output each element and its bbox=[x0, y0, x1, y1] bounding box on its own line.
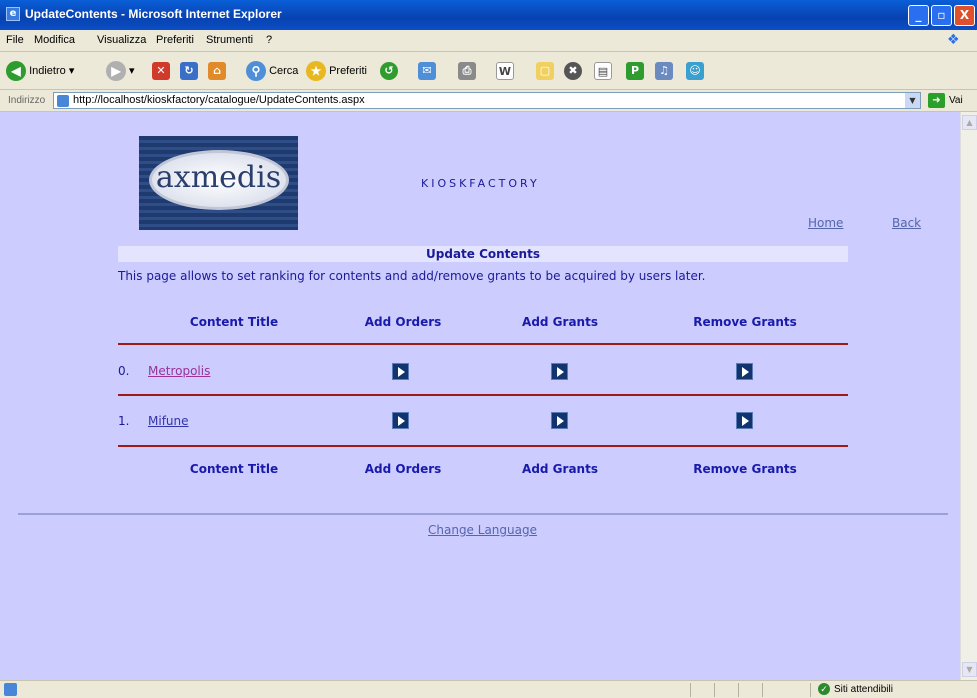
favorites-label: Preferiti bbox=[329, 65, 367, 77]
discuss-icon[interactable]: ▢ bbox=[536, 62, 554, 80]
row-divider bbox=[118, 394, 848, 396]
col-header-content-title: Content Title bbox=[189, 315, 279, 329]
content-title-link[interactable]: Mifune bbox=[148, 414, 189, 428]
back-button[interactable]: ◀ Indietro ▾ bbox=[6, 60, 74, 82]
forward-button[interactable]: ▶ ▾ bbox=[106, 60, 135, 82]
status-separator bbox=[714, 683, 715, 697]
menu-preferiti[interactable]: Preferiti bbox=[156, 34, 194, 46]
favorites-button[interactable]: ★ Preferiti bbox=[306, 60, 367, 82]
add-grants-button[interactable] bbox=[551, 363, 568, 380]
check-icon: ✓ bbox=[818, 683, 830, 695]
status-bar: ✓ Siti attendibili bbox=[0, 680, 977, 698]
menu-bar: File Modifica Visualizza Preferiti Strum… bbox=[0, 30, 977, 52]
history-icon[interactable]: ↺ bbox=[380, 62, 398, 80]
brand-title: KIOSKFACTORY bbox=[421, 177, 540, 190]
maximize-button[interactable]: ▫ bbox=[931, 5, 952, 26]
col-footer-add-orders: Add Orders bbox=[364, 462, 442, 476]
address-url: http://localhost/kioskfactory/catalogue/… bbox=[73, 94, 365, 106]
media-icon[interactable]: ♫ bbox=[655, 62, 673, 80]
status-separator bbox=[762, 683, 763, 697]
close-button[interactable]: X bbox=[954, 5, 975, 26]
forward-arrow-icon: ▶ bbox=[106, 61, 126, 82]
col-header-add-orders: Add Orders bbox=[364, 315, 442, 329]
scroll-up-icon[interactable]: ▲ bbox=[962, 115, 977, 130]
logo-text: axmedis bbox=[155, 160, 282, 195]
back-link[interactable]: Back bbox=[892, 216, 921, 230]
col-header-add-grants: Add Grants bbox=[522, 315, 598, 329]
status-separator bbox=[738, 683, 739, 697]
content-title-link[interactable]: Metropolis bbox=[148, 364, 210, 378]
block-icon[interactable]: ✖ bbox=[564, 62, 582, 80]
change-language-link[interactable]: Change Language bbox=[428, 523, 537, 537]
row-index: 1. bbox=[118, 414, 130, 428]
back-label: Indietro bbox=[29, 65, 66, 77]
col-footer-content-title: Content Title bbox=[189, 462, 279, 476]
go-button[interactable]: Vai bbox=[949, 95, 963, 106]
search-label: Cerca bbox=[269, 65, 299, 77]
back-arrow-icon: ◀ bbox=[6, 61, 26, 82]
ie-icon: e bbox=[6, 7, 20, 21]
menu-modifica[interactable]: Modifica bbox=[34, 34, 75, 46]
menu-visualizza[interactable]: Visualizza bbox=[97, 34, 146, 46]
toolbar: ◀ Indietro ▾ ▶ ▾ ✕ ↻ ⌂ ⚲ Cerca ★ Preferi… bbox=[0, 52, 977, 90]
messenger-icon[interactable]: ☺ bbox=[686, 62, 704, 80]
refresh-icon[interactable]: ↻ bbox=[180, 62, 198, 80]
menu-help[interactable]: ? bbox=[266, 34, 272, 46]
security-zone: ✓ Siti attendibili bbox=[818, 683, 893, 695]
status-separator bbox=[690, 683, 691, 697]
window-title: UpdateContents - Microsoft Internet Expl… bbox=[25, 7, 282, 21]
row-index: 0. bbox=[118, 364, 130, 378]
title-bar: e UpdateContents - Microsoft Internet Ex… bbox=[0, 0, 977, 30]
col-header-remove-grants: Remove Grants bbox=[693, 315, 797, 329]
col-footer-remove-grants: Remove Grants bbox=[693, 462, 797, 476]
search-icon: ⚲ bbox=[246, 61, 266, 82]
add-orders-button[interactable] bbox=[392, 412, 409, 429]
address-label: Indirizzo bbox=[8, 95, 46, 106]
col-footer-add-grants: Add Grants bbox=[522, 462, 598, 476]
favorites-star-icon: ★ bbox=[306, 61, 326, 82]
remove-grants-button[interactable] bbox=[736, 412, 753, 429]
remove-grants-button[interactable] bbox=[736, 363, 753, 380]
zone-label: Siti attendibili bbox=[834, 684, 893, 695]
footer-divider bbox=[18, 513, 948, 515]
add-orders-button[interactable] bbox=[392, 363, 409, 380]
menu-file[interactable]: File bbox=[6, 34, 24, 46]
address-bar: Indirizzo http://localhost/kioskfactory/… bbox=[0, 90, 977, 112]
print-icon[interactable]: ⎙ bbox=[458, 62, 476, 80]
add-grants-button[interactable] bbox=[551, 412, 568, 429]
pro-icon[interactable]: P bbox=[626, 62, 644, 80]
page-status-icon bbox=[4, 683, 17, 696]
chevron-down-icon[interactable]: ▼ bbox=[905, 93, 920, 108]
search-button[interactable]: ⚲ Cerca bbox=[246, 60, 298, 82]
page-title: Update Contents bbox=[426, 247, 540, 261]
address-input[interactable]: http://localhost/kioskfactory/catalogue/… bbox=[53, 92, 921, 109]
row-divider bbox=[118, 343, 848, 345]
stop-icon[interactable]: ✕ bbox=[152, 62, 170, 80]
go-arrow-icon[interactable]: ➜ bbox=[928, 93, 945, 108]
status-separator bbox=[810, 683, 811, 697]
windows-logo-icon: ❖ bbox=[947, 32, 960, 48]
scroll-down-icon[interactable]: ▼ bbox=[962, 662, 977, 677]
page-icon[interactable]: ▤ bbox=[594, 62, 612, 80]
minimize-button[interactable]: _ bbox=[908, 5, 929, 26]
row-divider bbox=[118, 445, 848, 447]
vertical-scrollbar[interactable]: ▲ ▼ bbox=[960, 112, 977, 680]
menu-strumenti[interactable]: Strumenti bbox=[206, 34, 253, 46]
home-link[interactable]: Home bbox=[808, 216, 843, 230]
page-description: This page allows to set ranking for cont… bbox=[118, 269, 706, 283]
mail-icon[interactable]: ✉ bbox=[418, 62, 436, 80]
axmedis-logo: axmedis bbox=[139, 136, 298, 230]
edit-icon[interactable]: W bbox=[496, 62, 514, 80]
page-content: axmedis KIOSKFACTORY Home Back Update Co… bbox=[0, 112, 960, 680]
home-icon[interactable]: ⌂ bbox=[208, 62, 226, 80]
page-icon bbox=[57, 95, 69, 107]
